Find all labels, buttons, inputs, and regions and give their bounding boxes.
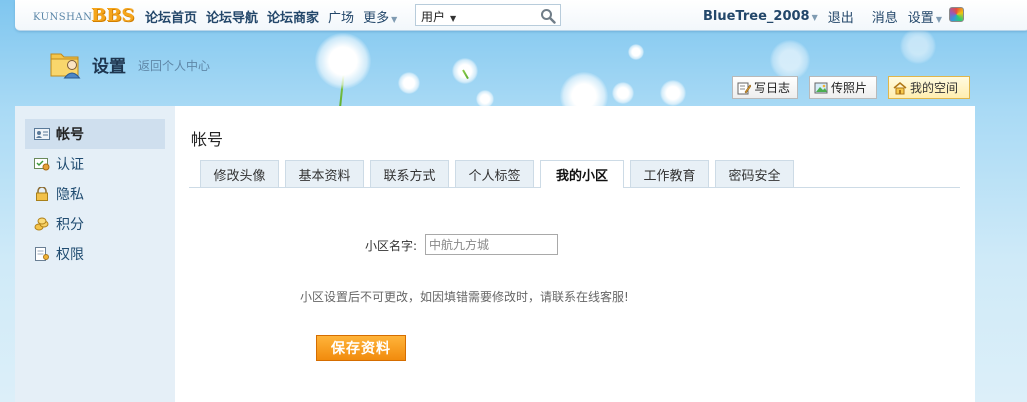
nav-forum-home[interactable]: 论坛首页 [145,7,197,26]
sidebar: 帐号 认证 隐私 积分 权限 [15,106,175,402]
main-panel: 帐号 认证 隐私 积分 权限 帐号 修改头像 基本资料 联系方式 个人标签 我的… [15,106,975,402]
my-space-label: 我的空间 [910,81,959,95]
lock-icon [36,187,48,201]
chevron-down-icon: ▼ [391,15,398,24]
page-header: 设置 返回个人中心 [50,49,210,79]
username: BlueTree_2008 [703,9,810,24]
community-name-field[interactable] [425,234,558,255]
chevron-down-icon: ▼ [450,14,457,23]
tab-contact[interactable]: 联系方式 [370,160,449,187]
certificate-icon [34,158,50,171]
write-log-label: 写日志 [754,81,791,95]
sidebar-item-label: 权限 [56,247,84,263]
community-notice: 小区设置后不可更改，如因填错需要修改时，请联系在线客服! [300,290,629,304]
settings-menu-label: 设置 [907,11,934,26]
nav-forum-merchants[interactable]: 论坛商家 [267,7,319,26]
main-nav: 论坛首页 论坛导航 论坛商家 广场 更多 ▼ [145,7,397,26]
tab-my-community[interactable]: 我的小区 [540,160,624,188]
write-log-button[interactable]: 写日志 [732,76,798,99]
page-title: 设置 [92,56,126,77]
nav-forum-guide[interactable]: 论坛导航 [206,7,258,26]
sidebar-item-label: 帐号 [56,127,84,143]
sidebar-item-label: 积分 [56,217,84,233]
community-name-label: 小区名字: [365,239,418,253]
sidebar-item-permissions[interactable]: 权限 [25,239,165,269]
logo-small-text: KUNSHAN [33,12,93,23]
logo-big-text: BBS [91,5,135,26]
nav-more[interactable]: 更多 ▼ [363,7,397,26]
search-scope-label: 用户 [421,10,446,24]
nav-square[interactable]: 广场 [328,7,354,26]
tab-work-education[interactable]: 工作教育 [630,160,709,187]
sidebar-item-account[interactable]: 帐号 [25,119,165,149]
section-title: 帐号 [191,130,224,149]
tab-bar: 修改头像 基本资料 联系方式 个人标签 我的小区 工作教育 密码安全 [189,160,960,188]
messages-link[interactable]: 消息 [872,7,898,26]
settings-menu[interactable]: 设置 ▼ [908,7,942,26]
tab-change-avatar[interactable]: 修改头像 [200,160,279,187]
pencil-note-icon [737,82,751,94]
user-bar: BlueTree_2008 ▼ 退出 消息 设置 ▼ [703,7,942,26]
sidebar-item-privacy[interactable]: 隐私 [25,179,165,209]
back-to-profile-link[interactable]: 返回个人中心 [138,57,210,74]
sidebar-item-verification[interactable]: 认证 [25,149,165,179]
upload-photo-label: 传照片 [831,81,868,95]
chevron-down-icon: ▼ [935,15,942,24]
sidebar-item-points[interactable]: 积分 [25,209,165,239]
id-card-icon [34,128,50,140]
user-folder-icon [50,53,81,79]
tab-personal-tags[interactable]: 个人标签 [455,160,534,187]
search-scope-select[interactable]: 用户 ▼ [421,8,456,25]
nav-more-label: 更多 [363,11,390,26]
logout-link[interactable]: 退出 [828,7,854,26]
sidebar-item-label: 隐私 [56,187,84,203]
tab-password-security[interactable]: 密码安全 [715,160,794,187]
search-box: 用户 ▼ [415,4,561,26]
save-button[interactable]: 保存资料 [316,335,406,361]
picture-icon [814,82,828,93]
username-menu[interactable]: BlueTree_2008 ▼ [703,9,818,24]
upload-photo-button[interactable]: 传照片 [809,76,877,99]
chevron-down-icon: ▼ [811,13,818,22]
my-space-button[interactable]: 我的空间 [888,76,970,99]
document-key-icon [35,247,49,261]
search-icon[interactable] [540,8,556,24]
coins-icon [34,217,49,231]
tab-basic-info[interactable]: 基本资料 [285,160,364,187]
top-bar: KUNSHAN BBS 论坛首页 论坛导航 论坛商家 广场 更多 ▼ 用户 ▼ Bl… [15,0,1027,31]
house-icon [893,81,907,94]
color-theme-icon[interactable] [949,7,964,22]
sidebar-item-label: 认证 [56,157,84,173]
search-input[interactable] [468,7,536,23]
